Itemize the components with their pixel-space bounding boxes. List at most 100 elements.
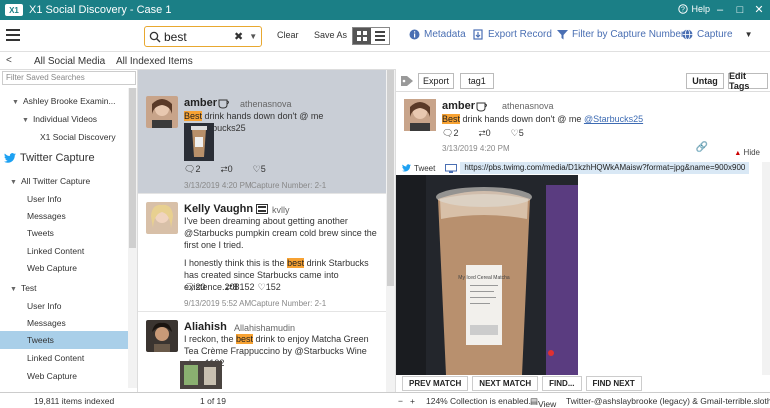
author-handle: athenasnova — [240, 99, 292, 109]
view-toggle[interactable] — [352, 27, 390, 45]
tweet-photo-thumbnail[interactable] — [180, 361, 222, 389]
crumb-all-indexed-items[interactable]: All Indexed Items — [116, 56, 193, 67]
list-item[interactable]: amber athenasnova Best drink hands down … — [138, 70, 386, 194]
clear-search-icon[interactable]: ✖ — [234, 30, 243, 43]
twitter-capture-header[interactable]: Twitter Capture — [4, 152, 95, 164]
view-button[interactable]: ▤ View — [530, 396, 556, 408]
list-item[interactable]: Aliahish Allahishamudin I reckon, the be… — [138, 312, 386, 392]
search-input[interactable] — [164, 29, 230, 44]
expand-arrow-icon[interactable]: ▼ — [10, 286, 17, 293]
app-logo: X1 — [5, 4, 23, 16]
export-icon — [473, 29, 483, 40]
tree-item-all-twitter-capture[interactable]: ▼ All Twitter Capture — [10, 176, 90, 186]
tag-chip[interactable]: tag1 — [460, 73, 494, 89]
tree-item-x1-social[interactable]: X1 Social Discovery — [40, 132, 116, 142]
media-icon — [445, 163, 458, 173]
tree-item-linked-content[interactable]: Linked Content — [27, 246, 84, 256]
tree-item-messages[interactable]: Messages — [27, 318, 66, 328]
untag-button[interactable]: Untag — [686, 73, 724, 89]
tree-item-test[interactable]: ▼ Test — [10, 283, 37, 293]
export-button[interactable]: Export — [418, 73, 454, 89]
grid-view-icon[interactable] — [353, 28, 371, 44]
list-view-icon[interactable] — [371, 28, 389, 44]
save-as-button[interactable]: Save As — [314, 30, 347, 40]
like-count: ♡5 — [510, 128, 524, 138]
zoom-minus-button[interactable]: − — [398, 396, 403, 406]
status-bar: 19,811 items indexed 1 of 19 − + 124% Co… — [0, 392, 770, 408]
sidebar-scrollbar[interactable] — [128, 88, 137, 388]
tree-item-web-capture[interactable]: Web Capture — [27, 263, 77, 273]
retweet-count: ⮂0 — [220, 164, 233, 174]
detail-tweet-date: 3/13/2019 4:20 PM — [442, 144, 510, 153]
tree-item-user-info[interactable]: User Info — [27, 194, 62, 204]
match-nav: PREV MATCH NEXT MATCH FIND... FIND NEXT — [396, 375, 770, 392]
edit-tags-button[interactable]: Edit Tags — [728, 71, 768, 91]
filter-capture-button[interactable]: Filter by Capture Number — [557, 29, 684, 40]
find-next-button[interactable]: FIND NEXT — [585, 376, 642, 391]
expand-arrow-icon[interactable]: ▼ — [10, 179, 17, 186]
hide-button[interactable]: ▲ Hide — [734, 148, 760, 157]
capture-button[interactable]: Capture ▼ — [682, 29, 753, 40]
tweet-photo[interactable]: My Iced Cereal Matcha — [396, 175, 578, 375]
media-url[interactable]: https://pbs.twimg.com/media/D1kzhHQWkAMa… — [460, 162, 750, 174]
maximize-button[interactable]: □ — [732, 2, 748, 18]
prev-match-button[interactable]: PREV MATCH — [402, 376, 469, 391]
expand-arrow-icon[interactable]: ▼ — [12, 99, 19, 106]
tree-item-messages[interactable]: Messages — [27, 211, 66, 221]
tree-item-web-capture[interactable]: Web Capture — [27, 371, 77, 381]
find-button[interactable]: FIND... — [542, 376, 582, 391]
tweet-date: 9/13/2019 5:52 AM — [184, 299, 252, 308]
tweet-photo-thumbnail[interactable] — [184, 123, 214, 161]
tree-item-individual-videos[interactable]: ▼ Individual Videos — [22, 114, 97, 124]
tree-item-tweets-selected[interactable]: Tweets — [0, 331, 128, 349]
collection-status: Collection is enabled. — [450, 396, 531, 406]
tweet-tab[interactable]: Tweet — [402, 164, 435, 173]
coffee-emoji-icon — [476, 102, 487, 112]
help-button[interactable]: ? Help — [678, 4, 710, 14]
back-icon[interactable]: < — [6, 55, 12, 66]
tree-item-linked-content[interactable]: Linked Content — [27, 353, 84, 363]
crumb-all-social-media[interactable]: All Social Media — [34, 56, 105, 67]
list-scrollbar[interactable] — [386, 70, 395, 392]
tree-item-tweets[interactable]: Tweets — [27, 228, 54, 238]
filter-icon — [557, 30, 568, 40]
help-label: Help — [691, 4, 710, 14]
detail-scrollbar[interactable] — [762, 162, 770, 375]
tweet-stats: 🗨2 ⮂0 ♡5 — [184, 164, 266, 175]
minimize-button[interactable]: – — [712, 2, 728, 18]
expand-arrow-icon[interactable]: ▼ — [22, 117, 29, 124]
filter-saved-searches-input[interactable]: Filter Saved Searches — [2, 71, 136, 85]
list-item[interactable]: Kelly Vaughn kvlly I've been dreaming ab… — [138, 194, 386, 312]
pager: 1 of 19 — [200, 396, 226, 406]
menu-icon[interactable] — [6, 29, 20, 41]
tree-item-ashley[interactable]: ▼ Ashley Brooke Examin... — [12, 96, 116, 106]
coffee-emoji-icon — [218, 99, 229, 109]
link-icon[interactable]: 🔗 — [696, 142, 708, 153]
mention-link[interactable]: @Starbucks25 — [584, 114, 643, 124]
badge-icon — [256, 204, 268, 214]
results-list: amber athenasnova Best drink hands down … — [138, 70, 396, 392]
twitter-icon — [4, 153, 16, 163]
export-record-button[interactable]: Export Record — [473, 29, 552, 40]
tree-item-user-info[interactable]: User Info — [27, 301, 62, 311]
next-match-button[interactable]: NEXT MATCH — [472, 376, 539, 391]
search-dropdown-icon[interactable]: ▼ — [249, 32, 257, 41]
help-icon: ? — [678, 4, 689, 14]
author-handle: Allahishamudin — [234, 323, 296, 333]
capture-dropdown-icon[interactable]: ▼ — [745, 30, 753, 39]
tweet-text: I've been dreaming about getting another… — [184, 216, 377, 250]
search-box[interactable]: ✖ ▼ — [144, 26, 262, 47]
twitter-icon — [402, 164, 411, 172]
author-name: amber — [184, 97, 218, 109]
tag-icon — [401, 76, 413, 86]
retweet-count: ⮂0 — [478, 128, 491, 138]
metadata-button[interactable]: Metadata — [409, 29, 466, 40]
clear-button[interactable]: Clear — [277, 30, 299, 40]
like-count: ♡152 — [257, 282, 281, 292]
zoom-plus-button[interactable]: + — [410, 396, 415, 406]
tweet-stats: 🗨20 ⮂8 ♡152 — [184, 282, 281, 293]
avatar — [146, 320, 178, 352]
author-name: Aliahish — [184, 321, 227, 333]
avatar — [146, 202, 178, 234]
close-button[interactable]: ✕ — [751, 2, 767, 18]
